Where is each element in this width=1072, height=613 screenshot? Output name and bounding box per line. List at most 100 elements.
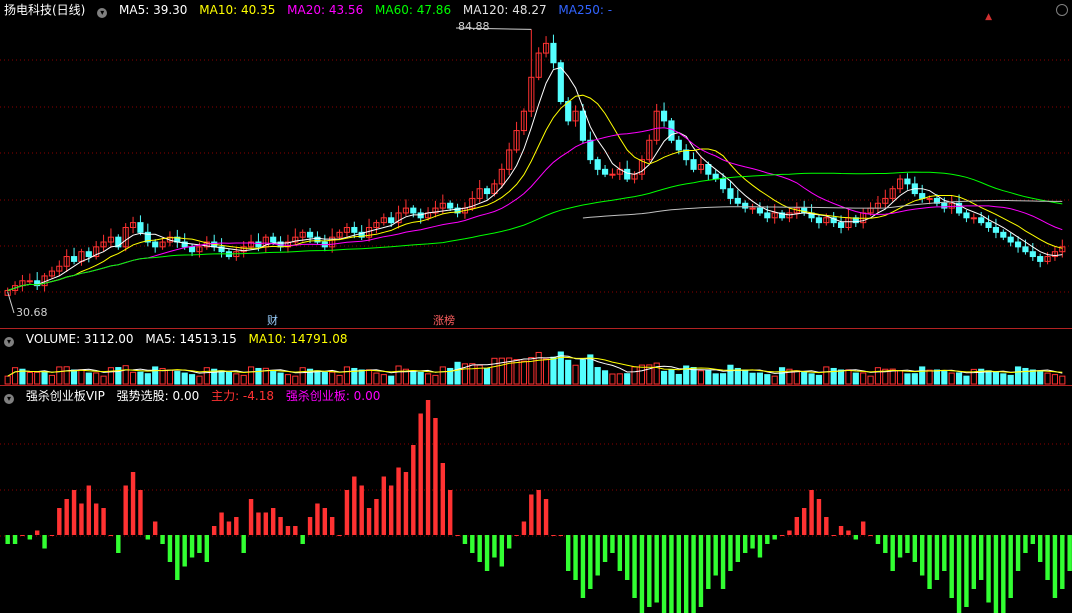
volume-bar <box>321 371 328 385</box>
volume-bar <box>469 363 476 385</box>
price-panel[interactable]: 扬电科技(日线) ▾ MA5: 39.30 MA10: 40.35 MA20: … <box>0 0 1072 328</box>
volume-bar <box>388 375 395 385</box>
indicator-bar <box>101 508 106 535</box>
indicator-bar <box>329 517 335 535</box>
candle-body <box>565 101 572 122</box>
volume-panel[interactable]: ▾ VOLUME: 3112.00 MA5: 14513.15 MA10: 14… <box>0 329 1072 385</box>
high-price-label: 84.88 <box>458 20 490 33</box>
candle-body <box>1014 241 1022 248</box>
volume-bar <box>712 373 719 385</box>
candle-body <box>690 159 697 170</box>
volume-bar <box>565 359 572 385</box>
indicator-bar <box>175 535 180 580</box>
stock-name[interactable]: 扬电科技(日线) <box>4 3 85 17</box>
candle-body <box>815 217 823 224</box>
volume-ma5: MA5: 14513.15 <box>145 332 237 346</box>
indicator-bar <box>1060 535 1065 589</box>
indicator-bar <box>927 535 932 589</box>
volume-bar <box>793 370 800 385</box>
indicator-bar <box>602 535 608 562</box>
indicator-settings-icon[interactable]: ▾ <box>4 394 14 404</box>
indicator-bar <box>956 535 962 613</box>
chevron-up-icon[interactable]: ▲ <box>985 12 992 22</box>
indicator-bar <box>647 535 652 607</box>
volume-bar <box>93 372 100 385</box>
indicator-bar <box>160 535 165 544</box>
volume-bar <box>992 371 1000 385</box>
indicator-bar <box>315 503 320 535</box>
volume-bar <box>955 372 963 385</box>
indicator-chart[interactable] <box>0 386 1072 613</box>
candle-body <box>683 149 690 161</box>
volume-bar <box>26 371 33 385</box>
candle-body <box>764 212 771 219</box>
price-header: 扬电科技(日线) ▾ MA5: 39.30 MA10: 40.35 MA20: … <box>4 3 620 18</box>
indicator-bar <box>765 535 770 544</box>
indicator-bar <box>219 512 224 535</box>
volume-bar <box>85 372 92 385</box>
volume-bar <box>203 367 210 385</box>
indicator-bar <box>1045 535 1050 580</box>
indicator-bar <box>565 535 571 571</box>
indicator-name[interactable]: 强杀创业板VIP <box>26 389 105 403</box>
indicator-bar <box>846 530 851 535</box>
indicator-bar <box>433 418 438 535</box>
ma5-value: MA5: 39.30 <box>119 3 188 17</box>
indicator-bar <box>787 530 792 535</box>
indicator-bar <box>425 400 431 535</box>
candle-body <box>70 256 78 262</box>
volume-bar <box>896 370 904 385</box>
indicator-bar <box>897 535 903 558</box>
indicator-bar <box>1037 535 1043 562</box>
candle-body <box>919 193 926 199</box>
volume-bar <box>660 370 668 385</box>
indicator-bar <box>971 535 977 589</box>
indicator-bar <box>757 535 763 558</box>
indicator-bar <box>182 535 187 567</box>
indicator-bar <box>588 535 593 589</box>
candle-body <box>351 226 358 233</box>
indicator-bar <box>573 535 578 580</box>
indicator-panel[interactable]: ▾ 强杀创业板VIP 强势选股: 0.00 主力: -4.18 强杀创业板: 0… <box>0 386 1072 613</box>
indicator-bar <box>256 512 261 535</box>
indicator-bar <box>934 535 940 580</box>
indicator-bar <box>1030 535 1036 544</box>
volume-bar <box>520 360 528 385</box>
volume-bar <box>742 369 749 385</box>
limit-up-tag[interactable]: 涨榜 <box>430 314 458 328</box>
volume-settings-icon[interactable]: ▾ <box>4 337 14 347</box>
indicator-header: ▾ 强杀创业板VIP 强势选股: 0.00 主力: -4.18 强杀创业板: 0… <box>4 389 388 404</box>
settings-icon[interactable]: ▾ <box>97 8 108 18</box>
circle-icon[interactable] <box>1056 4 1068 16</box>
candle-body <box>550 42 557 64</box>
indicator-bar <box>750 535 755 549</box>
indicator-bar <box>152 521 158 535</box>
candle-body <box>675 139 682 151</box>
indicator-bar <box>211 526 217 535</box>
indicator-bar <box>986 535 991 603</box>
indicator-bar <box>93 503 99 535</box>
indicator-bar <box>57 508 62 535</box>
finance-tag[interactable]: 财 <box>264 314 281 328</box>
candle-body <box>447 202 454 209</box>
indicator-bar <box>79 503 84 535</box>
indicator-bar <box>860 521 866 535</box>
candle-body <box>1022 246 1029 253</box>
volume-bar <box>535 351 542 385</box>
indicator-bar <box>521 521 527 535</box>
indicator-bar <box>403 472 409 535</box>
indicator-bar <box>108 535 114 536</box>
candle-body <box>579 110 587 141</box>
indicator-bar <box>639 535 645 613</box>
volume-bar <box>432 374 439 385</box>
volume-bar <box>594 367 601 385</box>
volume-bar <box>1029 369 1036 385</box>
volume-bar <box>380 374 387 385</box>
indicator-bar <box>167 535 173 562</box>
volume-bar <box>1000 373 1007 385</box>
indicator-bar <box>455 535 460 536</box>
volume-bar <box>874 367 882 385</box>
volume-bar <box>1037 371 1044 385</box>
candlestick-chart[interactable] <box>0 0 1072 328</box>
indicator-bar <box>551 535 556 536</box>
